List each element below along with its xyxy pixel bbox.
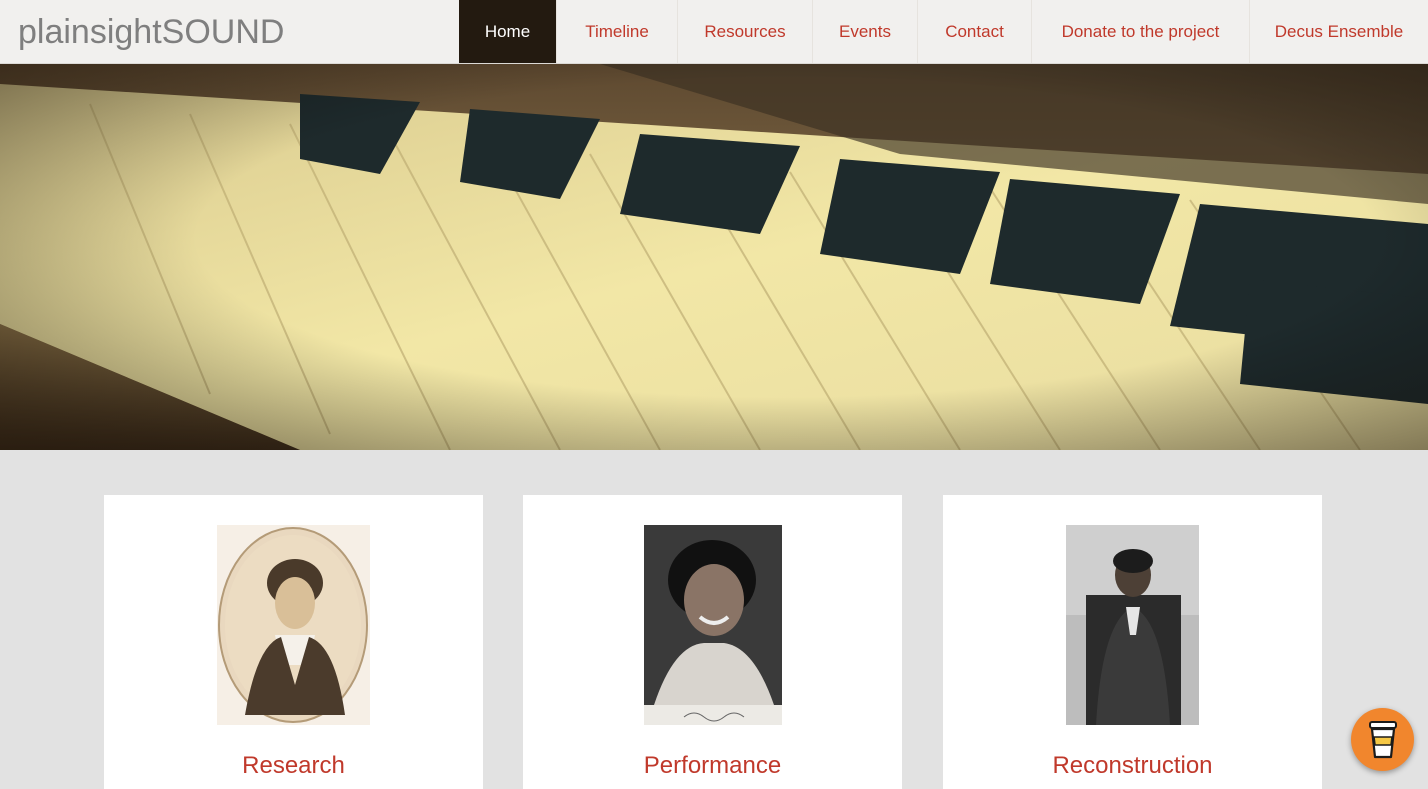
site-header: plainsightSOUND Home Timeline Resources … [0,0,1428,64]
nav-item-contact[interactable]: Contact [918,0,1032,63]
buy-coffee-button[interactable] [1351,708,1414,771]
hero-banner [0,64,1428,450]
card-performance-title[interactable]: Performance [523,751,902,781]
nav-item-decus-ensemble[interactable]: Decus Ensemble [1250,0,1428,63]
main-nav: Home Timeline Resources Events Contact D… [459,0,1428,63]
performance-portrait-image [644,525,782,725]
reconstruction-portrait-image [1066,525,1199,725]
nav-item-timeline[interactable]: Timeline [557,0,678,63]
nav-item-home[interactable]: Home [459,0,557,63]
card-reconstruction-title[interactable]: Reconstruction [943,751,1322,781]
nav-item-events[interactable]: Events [813,0,918,63]
card-reconstruction[interactable]: Reconstruction [943,495,1322,789]
site-logo[interactable]: plainsightSOUND [18,10,284,54]
card-research-title[interactable]: Research [104,751,483,781]
card-research[interactable]: Research [104,495,483,789]
coffee-cup-icon [1368,720,1397,758]
card-performance[interactable]: Performance [523,495,902,789]
piano-keys-image [0,64,1428,450]
research-portrait-image [217,525,370,725]
nav-item-resources[interactable]: Resources [678,0,813,63]
nav-item-donate[interactable]: Donate to the project [1032,0,1250,63]
